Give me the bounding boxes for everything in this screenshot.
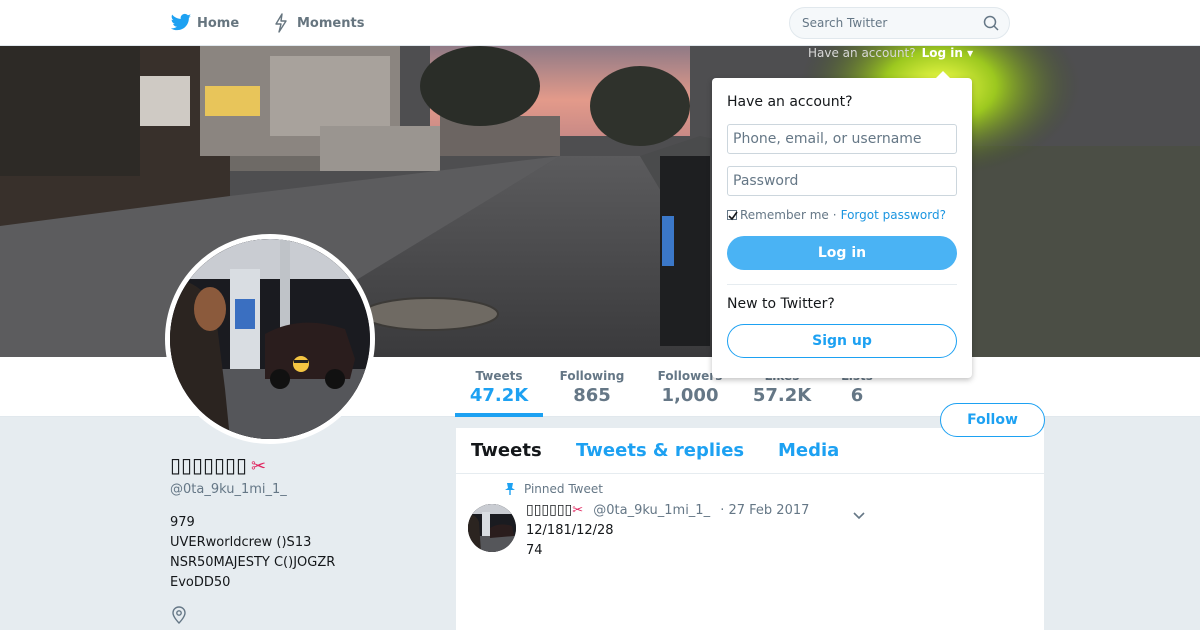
nav-moments-label: Moments [297,15,365,31]
tab-media[interactable]: Media [778,440,839,461]
stat-value: 47.2K [469,385,529,406]
pinned-label-text: Pinned Tweet [524,482,603,496]
tweet-text: 12/181/12/28 74 [526,521,614,561]
stat-following[interactable]: Following 865 [550,369,634,407]
tweet-avatar[interactable] [468,504,516,552]
login-dropdown: Have an account? Remember me · Forgot pa… [712,71,972,378]
login-button[interactable]: Log in [727,236,957,270]
dropdown-caret [936,71,950,78]
chevron-down-icon[interactable] [852,506,866,520]
nav-home[interactable]: Home [170,0,239,46]
tweet-author-emoji: ✂ [572,503,584,518]
bio-line: EvoDD50 [170,575,231,590]
search-input[interactable] [802,8,972,38]
stat-value: 865 [573,385,611,406]
display-name-text: ▯▯▯▯▯▯▯ [170,453,248,477]
twitter-bird-icon [170,12,192,34]
remember-checkbox[interactable] [727,210,738,221]
follow-button[interactable]: Follow [940,403,1045,437]
profile-handle[interactable]: @0ta_9ku_1mi_1_ [170,482,287,497]
tweet-author-handle[interactable]: @0ta_9ku_1mi_1_ [593,503,710,518]
profile-display-name[interactable]: ▯▯▯▯▯▯▯ ✂ [170,453,266,477]
nav-moments[interactable]: Moments [270,0,364,46]
top-navigation: Home Moments [0,0,1200,46]
forgot-password-link[interactable]: Forgot password? [841,208,946,222]
username-field[interactable] [727,124,957,154]
name-emoji: ✂ [251,456,267,477]
stat-tweets[interactable]: Tweets 47.2K [455,369,543,407]
remember-label[interactable]: Remember me [740,208,829,222]
location-icon [171,606,187,624]
pinned-tweet-label: Pinned Tweet [504,482,603,496]
tweet-line: 74 [526,543,543,558]
bio-line: UVERworldcrew ()S13 [170,535,312,550]
account-prompt: Have an account? [808,46,916,60]
new-to-twitter-heading: New to Twitter? [727,296,835,312]
tweet-header: ▯▯▯▯▯▯✂ @0ta_9ku_1mi_1_ · 27 Feb 2017 [526,502,809,518]
tweet-date[interactable]: · 27 Feb 2017 [720,503,809,518]
profile-bio: 979 UVERworldcrew ()S13 NSR50MAJESTY C()… [170,513,335,593]
nav-home-label: Home [197,15,240,31]
login-toggle-label: Log in ▾ [921,46,974,60]
separator: · [832,208,837,222]
active-stat-indicator [455,413,543,417]
login-heading: Have an account? [727,94,853,110]
search-box [789,7,1010,39]
pin-icon [504,482,516,496]
search-icon[interactable] [983,15,999,31]
tab-tweets-replies[interactable]: Tweets & replies [576,440,744,461]
bio-line: NSR50MAJESTY C()JOGZR [170,555,336,570]
moments-bolt-icon [270,12,292,34]
stat-label: Tweets [475,369,523,383]
signup-button[interactable]: Sign up [727,324,957,358]
stat-value: 57.2K [752,385,812,406]
stat-label: Following [559,369,625,383]
timeline: Tweets Tweets & replies Media Pinned Twe… [456,428,1044,630]
profile-avatar[interactable] [165,234,375,444]
password-field[interactable] [727,166,957,196]
remember-row: Remember me · Forgot password? [727,208,946,222]
stat-value: 6 [850,385,864,406]
tweet-author-name[interactable]: ▯▯▯▯▯▯ [526,502,572,518]
stat-value: 1,000 [661,385,719,406]
login-toggle[interactable]: Have an account? Log in ▾ [808,46,973,60]
bio-line: 979 [170,515,195,530]
tweet-line: 12/181/12/28 [526,523,614,538]
tab-tweets[interactable]: Tweets [471,440,542,461]
divider [727,284,957,285]
